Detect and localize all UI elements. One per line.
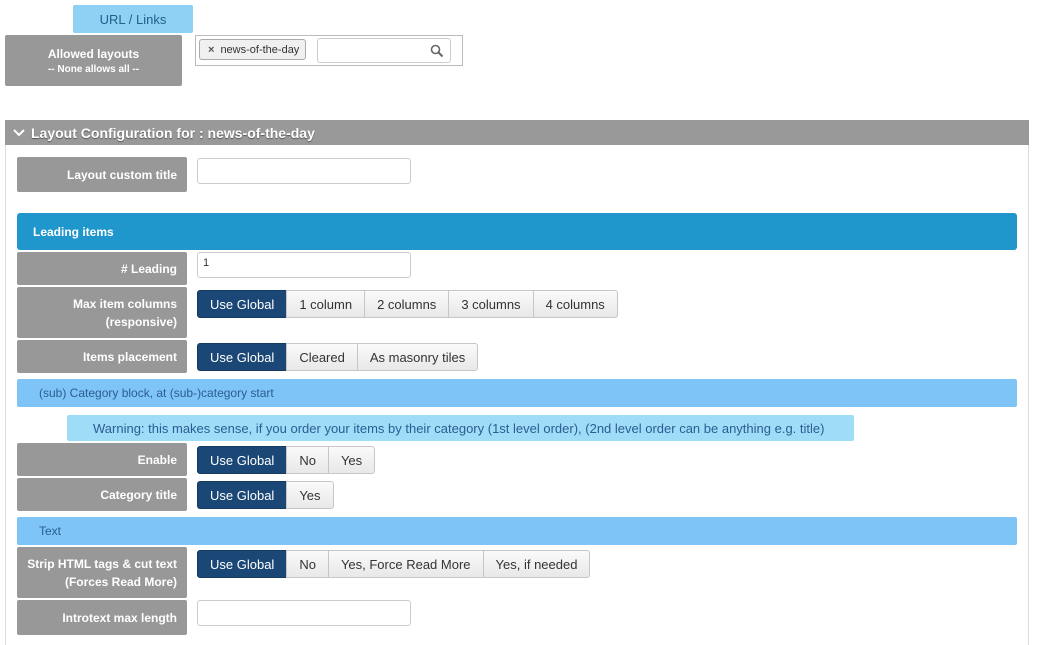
items-placement-toggle: Use Global Cleared As masonry tiles — [197, 343, 479, 371]
leading-count-label-text: # Leading — [120, 261, 177, 276]
ordering-warning: Warning: this makes sense, if you order … — [67, 415, 854, 441]
strip-html-toggle: Use Global No Yes, Force Read More Yes, … — [197, 550, 591, 578]
strip-html-label: Strip HTML tags & cut text (Forces Read … — [17, 547, 187, 598]
strip-html-label-line2: (Forces Read More) — [64, 574, 177, 589]
enable-yes-button[interactable]: Yes — [327, 446, 376, 474]
introtext-max-input[interactable] — [197, 600, 411, 626]
leading-items-section: Leading items — [17, 213, 1017, 250]
category-title-label-text: Category title — [100, 487, 177, 502]
items-placement-label-text: Items placement — [82, 349, 177, 364]
layout-config-header[interactable]: Layout Configuration for : news-of-the-d… — [5, 120, 1029, 145]
max-columns-1-button[interactable]: 1 column — [286, 290, 366, 318]
strip-html-no-button[interactable]: No — [286, 550, 329, 578]
max-columns-label: Max item columns (responsive) — [17, 287, 187, 338]
placement-masonry-button[interactable]: As masonry tiles — [356, 343, 479, 371]
layout-tag-label: news-of-the-day — [220, 43, 300, 56]
strip-html-force-read-more-button[interactable]: Yes, Force Read More — [327, 550, 484, 578]
subcategory-block-section: (sub) Category block, at (sub-)category … — [17, 379, 1017, 407]
introtext-max-label-text: Introtext max length — [62, 610, 177, 625]
text-section: Text — [17, 517, 1017, 545]
search-icon — [430, 44, 444, 58]
leading-count-label: # Leading — [17, 252, 187, 285]
layout-config-title: Layout Configuration for : news-of-the-d… — [31, 124, 315, 141]
max-columns-3-button[interactable]: 3 columns — [448, 290, 534, 318]
tab-url-links[interactable]: URL / Links — [73, 5, 193, 33]
strip-html-if-needed-button[interactable]: Yes, if needed — [482, 550, 591, 578]
layout-tag: × news-of-the-day — [199, 39, 307, 60]
max-columns-use-global-button[interactable]: Use Global — [197, 290, 288, 318]
enable-toggle: Use Global No Yes — [197, 446, 376, 474]
layout-search-input[interactable] — [317, 38, 451, 63]
category-title-toggle: Use Global Yes — [197, 481, 334, 509]
introtext-max-label: Introtext max length — [17, 600, 187, 635]
allowed-layouts-tag-input[interactable]: × news-of-the-day — [195, 35, 463, 66]
enable-use-global-button[interactable]: Use Global — [197, 446, 288, 474]
allowed-layouts-hint: -- None allows all -- — [47, 63, 140, 75]
category-title-use-global-button[interactable]: Use Global — [197, 481, 288, 509]
remove-tag-icon[interactable]: × — [208, 44, 214, 56]
allowed-layouts-title: Allowed layouts — [47, 46, 140, 61]
custom-title-input[interactable] — [197, 158, 411, 184]
strip-html-use-global-button[interactable]: Use Global — [197, 550, 288, 578]
items-placement-label: Items placement — [17, 340, 187, 373]
custom-title-label: Layout custom title — [17, 157, 187, 192]
enable-label: Enable — [17, 443, 187, 476]
custom-title-label-text: Layout custom title — [66, 167, 177, 182]
placement-use-global-button[interactable]: Use Global — [197, 343, 288, 371]
max-columns-label-line2: (responsive) — [105, 314, 177, 329]
max-columns-2-button[interactable]: 2 columns — [364, 290, 450, 318]
category-title-label: Category title — [17, 478, 187, 511]
max-columns-label-line1: Max item columns — [72, 296, 177, 311]
allowed-layouts-label: Allowed layouts -- None allows all -- — [5, 35, 182, 86]
placement-cleared-button[interactable]: Cleared — [286, 343, 358, 371]
max-columns-toggle: Use Global 1 column 2 columns 3 columns … — [197, 290, 618, 318]
enable-no-button[interactable]: No — [286, 446, 329, 474]
strip-html-label-line1: Strip HTML tags & cut text — [27, 556, 177, 571]
leading-count-input[interactable]: 1 — [197, 252, 411, 278]
category-title-yes-button[interactable]: Yes — [286, 481, 334, 509]
enable-label-text: Enable — [137, 452, 177, 467]
max-columns-4-button[interactable]: 4 columns — [532, 290, 618, 318]
chevron-down-icon[interactable] — [13, 128, 25, 138]
